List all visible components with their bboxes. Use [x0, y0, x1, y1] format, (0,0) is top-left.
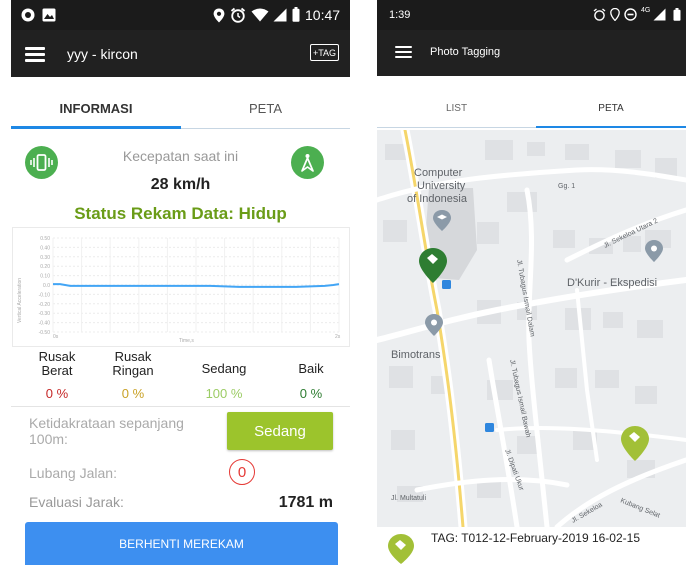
category-rusak-berat-value: 0 %	[45, 386, 69, 401]
speed-value: 28 km/h	[150, 176, 211, 193]
tab-bar: LIST PETA	[377, 86, 686, 130]
y-tick-label: -0.30	[39, 311, 51, 317]
map-view[interactable]: Computer University of Indonesia Gg. 1 Jl.…	[377, 130, 686, 527]
status-bar: 1:39 4G	[377, 0, 686, 30]
speed-label: Kecepatan saat ini	[122, 148, 239, 164]
do-not-disturb-icon	[624, 8, 637, 21]
map-label-multatuli: Jl. Multatuli	[391, 495, 426, 502]
acceleration-chart-svg: 0.50 0.40 0.30 0.20 0.10 0.0 -0.10 -0.20 -0.30 -0…	[17, 236, 341, 344]
potholes-count-badge: 0	[229, 459, 255, 485]
alarm-icon	[593, 8, 606, 21]
navigation-icon	[301, 154, 314, 172]
unevenness-sedang-button[interactable]: Sedang	[227, 412, 333, 450]
map-label-dkurir: D'Kurir - Ekspedisi	[567, 277, 657, 289]
y-axis-label: Vertical Acceleration	[17, 278, 23, 323]
potholes-label: Lubang Jalan:	[29, 465, 117, 481]
menu-icon[interactable]	[395, 46, 412, 59]
y-tick-label: -0.50	[39, 330, 51, 336]
tab-divider	[181, 128, 350, 129]
stop-recording-button[interactable]: BERHENTI MEREKAM	[25, 522, 338, 565]
app-notification-icon	[21, 8, 35, 22]
cell-signal-icon	[653, 8, 666, 21]
y-tick-label: 0.10	[40, 274, 50, 280]
unevenness-label: Ketidakrataan sepanjang 100m:	[29, 415, 184, 447]
tab-bar: INFORMASI PETA	[11, 87, 350, 129]
category-baik-label: Baik	[298, 361, 324, 376]
cell-signal-icon	[273, 8, 287, 22]
navigation-button[interactable]	[291, 146, 324, 179]
tag-info-text: TAG: T012-12-February-2019 16-02-15	[431, 531, 640, 545]
tag-info-bar: TAG: T012-12-February-2019 16-02-15	[377, 527, 686, 565]
y-tick-label: 0.20	[40, 264, 50, 270]
x-axis-label: Time,s	[179, 338, 194, 344]
category-sedang-value: 100 %	[205, 386, 243, 401]
category-rusak-ringan-label: Rusak Ringan	[112, 349, 154, 378]
x-tick-start: 0s	[53, 334, 59, 340]
y-tick-label: -0.40	[39, 321, 51, 327]
distance-value: 1781 m	[278, 494, 333, 511]
location-icon	[213, 8, 225, 23]
status-time: 10:47	[305, 7, 341, 23]
image-notification-icon	[42, 8, 56, 22]
map-label-bimotrans: Bimotrans	[391, 349, 441, 361]
acceleration-chart: 0.50 0.40 0.30 0.20 0.10 0.0 -0.10 -0.20 -0.30 -0…	[12, 227, 350, 347]
y-tick-label: 0.0	[43, 283, 50, 289]
map-label-kubang-selatan: Kubang Selat	[619, 497, 661, 519]
tag-pin-lime-icon	[388, 534, 414, 564]
active-tab-indicator	[536, 126, 686, 128]
y-tick-label: 0.30	[40, 255, 50, 261]
condition-summary: Rusak Berat Rusak Ringan Sedang Baik 0 %…	[11, 349, 350, 404]
category-rusak-ringan-value: 0 %	[121, 386, 145, 401]
battery-icon	[292, 7, 300, 22]
vibration-button[interactable]	[25, 146, 58, 179]
wifi-icon	[251, 8, 269, 22]
category-rusak-berat-label: Rusak Berat	[38, 349, 76, 378]
active-tab-indicator	[11, 126, 181, 129]
y-tick-label: -0.20	[39, 302, 51, 308]
battery-icon	[673, 8, 681, 21]
y-tick-label: 0.50	[40, 236, 50, 242]
network-type: 4G	[641, 7, 651, 14]
menu-icon[interactable]	[25, 47, 45, 62]
location-icon	[610, 8, 620, 21]
section-divider	[11, 406, 350, 407]
tab-peta[interactable]: PETA	[181, 87, 350, 129]
app-toolbar: Photo Tagging	[377, 30, 686, 76]
status-time: 1:39	[389, 9, 411, 21]
toolbar-title: Photo Tagging	[430, 46, 501, 58]
tab-informasi[interactable]: INFORMASI	[11, 87, 181, 129]
place-pin-icon	[645, 240, 663, 262]
vibration-icon	[30, 154, 53, 171]
app-toolbar: yyy - kircon +TAG	[11, 30, 350, 77]
y-tick-label: 0.40	[40, 245, 50, 251]
category-sedang-label: Sedang	[201, 361, 247, 376]
x-tick-end: 2s	[335, 334, 341, 340]
record-status: Status Rekam Data: Hidup	[74, 204, 287, 223]
y-tick-label: -0.10	[39, 292, 51, 298]
transit-stop-icon	[442, 280, 451, 289]
toolbar-title: yyy - kircon	[67, 46, 138, 62]
map-label-campus: Computer University of Indonesia	[407, 167, 468, 205]
map-canvas: Computer University of Indonesia Gg. 1 Jl.…	[377, 130, 686, 527]
map-label-gg1: Gg. 1	[558, 183, 575, 190]
tab-list[interactable]: LIST	[377, 86, 536, 130]
status-bar: 10:47	[11, 0, 350, 30]
distance-label: Evaluasi Jarak:	[29, 494, 124, 510]
tab-divider	[377, 127, 536, 128]
tab-peta[interactable]: PETA	[536, 86, 686, 130]
transit-stop-icon	[485, 423, 494, 432]
left-phone-screen: 10:47 yyy - kircon +TAG INFORMASI PETA K…	[11, 0, 350, 565]
category-baik-value: 0 %	[299, 386, 323, 401]
tag-pin-lime-icon[interactable]	[621, 426, 649, 461]
alarm-icon	[230, 7, 246, 23]
add-tag-button[interactable]: +TAG	[310, 44, 339, 61]
right-phone-screen: 1:39 4G Photo Tagging LIST PETA Computer…	[377, 0, 686, 565]
